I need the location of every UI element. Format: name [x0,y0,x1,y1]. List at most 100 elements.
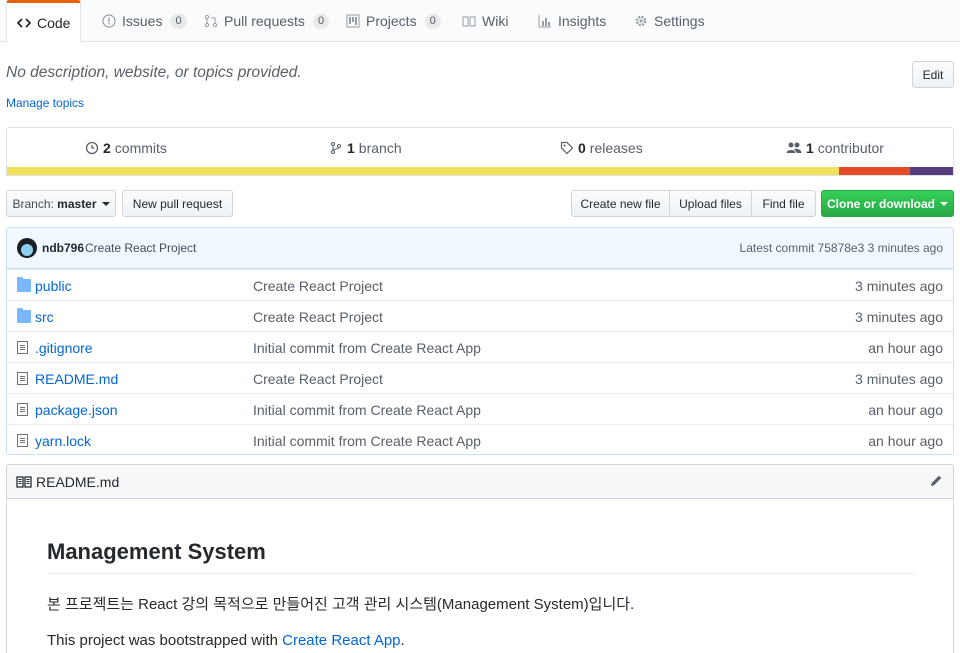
repo-nav-tabs: Code Issues 0 Pull requests 0 Projects 0… [0,0,960,43]
commits-link[interactable]: 2 commits [85,140,167,156]
book-icon [462,16,476,27]
book-icon [16,476,32,488]
branch-prefix: Branch: [12,196,54,211]
releases-link[interactable]: 0 releases [560,140,643,156]
create-react-app-link[interactable]: Create React App [282,632,400,649]
tab-label: Issues [122,13,163,29]
readme-box: README.md Management System 본 프로젝트는 Reac… [6,464,954,653]
people-icon [786,142,802,153]
file-age: 3 minutes ago [855,278,943,294]
branch-count: 1 [347,140,355,156]
clone-label: Clone or download [827,196,935,211]
repo-description: No description, website, or topics provi… [6,64,302,81]
create-new-file-button[interactable]: Create new file [571,190,670,217]
code-icon [17,17,31,28]
latest-commit-info[interactable]: Latest commit 75878e3 3 minutes ago [740,241,943,255]
folder-icon [17,277,31,292]
file-commit-message[interactable]: Initial commit from Create React App [253,402,481,418]
file-name-link[interactable]: yarn.lock [35,433,91,449]
paragraph-text: This project was bootstrapped with [47,632,283,649]
branch-select-button[interactable]: Branch: master [6,190,116,217]
issue-icon [102,14,116,28]
readme-filename: README.md [36,474,120,490]
language-bar-segment [910,167,953,175]
file-age: 3 minutes ago [855,371,943,387]
tab-label: Insights [558,13,607,29]
file-icon [17,434,28,447]
history-icon [85,141,99,155]
readme-paragraph: This project was bootstrapped with Creat… [47,632,405,649]
releases-label: releases [589,140,643,156]
file-list: ndb796 Create React Project Latest commi… [6,227,954,455]
branch-icon [331,142,341,154]
commit-author[interactable]: ndb796 [42,241,84,255]
tab-label: Pull requests [224,13,305,29]
language-bar[interactable] [7,167,953,175]
manage-topics-link[interactable]: Manage topics [6,96,84,110]
tag-icon [560,141,574,155]
tab-pull-requests[interactable]: Pull requests 0 [194,0,339,42]
edit-description-button[interactable]: Edit [912,61,954,88]
chevron-down-icon [101,201,110,206]
tab-wiki[interactable]: Wiki [452,0,518,42]
commits-count: 2 [103,140,111,156]
file-commit-message[interactable]: Create React Project [253,309,383,325]
language-bar-segment [7,167,840,175]
file-name-link[interactable]: README.md [35,371,118,387]
branch-label: branch [358,140,402,156]
tab-code[interactable]: Code [6,0,82,43]
avatar[interactable] [17,238,37,258]
issues-count: 0 [170,13,187,29]
contributor-label: contributor [817,140,884,156]
pull-requests-count: 0 [312,13,330,29]
project-icon [346,14,360,28]
pencil-icon[interactable] [929,474,943,488]
upload-files-button[interactable]: Upload files [669,190,752,217]
table-row: public Create React Project 3 minutes ago [7,269,953,300]
tab-label: Projects [366,13,417,29]
file-icon [17,372,28,385]
file-icon [17,341,28,354]
tab-label: Code [37,14,71,31]
tab-settings[interactable]: Settings [624,0,715,42]
file-name-link[interactable]: .gitignore [35,340,93,356]
tab-projects[interactable]: Projects 0 [336,0,451,42]
file-icon [17,403,28,416]
table-row: .gitignore Initial commit from Create Rea… [7,331,953,362]
new-pull-request-button[interactable]: New pull request [122,190,233,217]
pull-request-icon [204,14,218,28]
readme-header: README.md [7,465,953,499]
tab-insights[interactable]: Insights [528,0,616,42]
contributors-link[interactable]: 1 contributor [786,140,884,156]
readme-heading: Management System [47,539,915,574]
file-name-link[interactable]: src [35,309,54,325]
commits-label: commits [114,140,167,156]
clone-or-download-button[interactable]: Clone or download [821,190,954,217]
readme-title: README.md [16,474,119,490]
branch-name: master [57,196,97,211]
file-name-link[interactable]: public [35,278,72,294]
paragraph-text: . [400,632,405,649]
table-row: src Create React Project 3 minutes ago [7,300,953,331]
table-row: README.md Create React Project 3 minutes a… [7,362,953,393]
file-commit-message[interactable]: Create React Project [253,278,383,294]
file-commit-message[interactable]: Initial commit from Create React App [253,433,481,449]
table-row: yarn.lock Initial commit from Create Reac… [7,424,953,454]
file-age: an hour ago [868,340,943,356]
file-commit-message[interactable]: Initial commit from Create React App [253,340,481,356]
projects-count: 0 [424,13,441,29]
file-commit-message[interactable]: Create React Project [253,371,383,387]
gear-icon [635,15,647,27]
tab-label: Wiki [482,13,509,29]
file-age: an hour ago [868,433,943,449]
chevron-down-icon [940,201,948,206]
commit-message[interactable]: Create React Project [85,241,196,255]
graph-icon [538,15,551,28]
tab-label: Settings [654,13,705,29]
branches-link[interactable]: 1 branch [329,140,402,156]
file-age: 3 minutes ago [855,309,943,325]
find-file-button[interactable]: Find file [751,190,816,217]
file-name-link[interactable]: package.json [35,402,118,418]
tab-issues[interactable]: Issues 0 [92,0,197,42]
repo-summary: 2 commits 1 branch 0 releases 1 contribu… [6,127,954,176]
